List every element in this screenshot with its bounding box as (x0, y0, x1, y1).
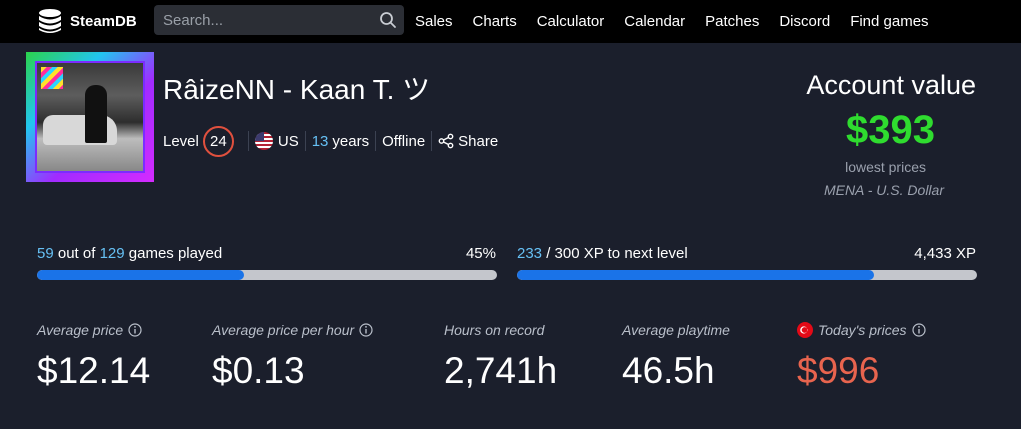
stat-label: Average price (37, 320, 150, 340)
games-played-label: 59 out of 129 games played (37, 245, 222, 262)
main-menu: Sales Charts Calculator Calendar Patches… (415, 0, 949, 43)
profile-name: RâizeNN - Kaan T. ツ (163, 74, 431, 105)
avatar-frame[interactable] (26, 52, 154, 182)
stat-average-price: Average price $12.14 (37, 320, 150, 392)
menu-sales[interactable]: Sales (415, 13, 453, 30)
divider (304, 131, 306, 151)
steamdb-logo-icon (39, 9, 61, 33)
account-value-region: MENA - U.S. Dollar (823, 182, 944, 198)
stat-label-text: Average playtime (622, 322, 730, 338)
stat-value: 2,741h (444, 350, 558, 391)
top-navbar: SteamDB Sales Charts Calculator Calendar… (0, 0, 1021, 43)
info-icon[interactable] (128, 323, 142, 337)
games-played-progress-fill (37, 270, 244, 280)
logo-text: SteamDB (70, 12, 137, 30)
turkey-flag-icon (797, 322, 813, 338)
stat-average-price-per-hour: Average price per hour $0.13 (212, 320, 373, 392)
menu-find-games[interactable]: Find games (850, 13, 928, 30)
stat-average-playtime: Average playtime 46.5h (622, 320, 730, 392)
stat-value: 46.5h (622, 350, 715, 391)
avatar-person-shape (85, 85, 107, 143)
level-badge: 24 (202, 125, 234, 157)
stat-label: Average price per hour (212, 320, 373, 340)
xp-total: 4,433 XP (914, 245, 976, 262)
avatar (35, 61, 145, 173)
account-value-title: Account value (806, 70, 976, 100)
xp-progress-label: 233 / 300 XP to next level (517, 245, 688, 262)
info-icon[interactable] (359, 323, 373, 337)
account-value-amount: $393 (846, 108, 935, 152)
games-played-percent: 45% (465, 245, 496, 262)
games-played-progress-bar (37, 270, 497, 280)
stat-label: Average playtime (622, 320, 730, 340)
search-icon[interactable] (379, 11, 397, 29)
info-icon[interactable] (911, 323, 926, 337)
steamdb-logo[interactable]: SteamDB (36, 6, 137, 36)
country-code: US (277, 132, 299, 150)
xp-progress-fill (517, 270, 874, 280)
stat-value: $12.14 (37, 350, 151, 391)
divider (375, 131, 377, 151)
menu-charts[interactable]: Charts (473, 13, 517, 30)
share-icon[interactable] (438, 133, 454, 149)
xp-next-level-text: / 300 XP to next level (546, 245, 688, 262)
online-status: Offline (382, 132, 426, 150)
account-age-label: years (332, 132, 370, 150)
games-played-count: 59 (37, 245, 54, 262)
search-box (154, 5, 404, 35)
search-input[interactable] (154, 5, 374, 35)
us-flag-icon (254, 132, 273, 150)
stat-value: $996 (797, 350, 880, 391)
avatar-frame-decoration (41, 67, 63, 89)
menu-discord[interactable]: Discord (779, 13, 830, 30)
profile-meta-row: Level 24 US 13 years Offline Share (163, 125, 498, 157)
games-played-text-end: games played (128, 245, 223, 262)
divider (431, 131, 433, 151)
stat-label: Today's prices (797, 320, 926, 340)
divider (247, 131, 249, 151)
stat-label-text: Hours on record (444, 322, 545, 338)
account-age-number: 13 (311, 132, 329, 150)
xp-current: 233 (517, 245, 543, 262)
games-total-count: 129 (99, 245, 125, 262)
stat-label-text: Average price per hour (212, 322, 355, 338)
menu-calendar[interactable]: Calendar (624, 13, 685, 30)
stat-label: Hours on record (444, 320, 557, 340)
menu-patches[interactable]: Patches (705, 13, 759, 30)
account-value-subtitle: lowest prices (845, 159, 926, 175)
stat-todays-prices: Today's prices $996 (797, 320, 926, 392)
stat-hours-on-record: Hours on record 2,741h (444, 320, 557, 392)
level-label: Level (163, 132, 199, 150)
stat-label-text: Average price (37, 322, 124, 338)
menu-calculator[interactable]: Calculator (537, 13, 605, 30)
stat-value: $0.13 (212, 350, 305, 391)
xp-progress-bar (517, 270, 977, 280)
share-button[interactable]: Share (458, 133, 498, 150)
games-played-text: out of (57, 245, 96, 262)
stat-label-text: Today's prices (818, 322, 907, 338)
